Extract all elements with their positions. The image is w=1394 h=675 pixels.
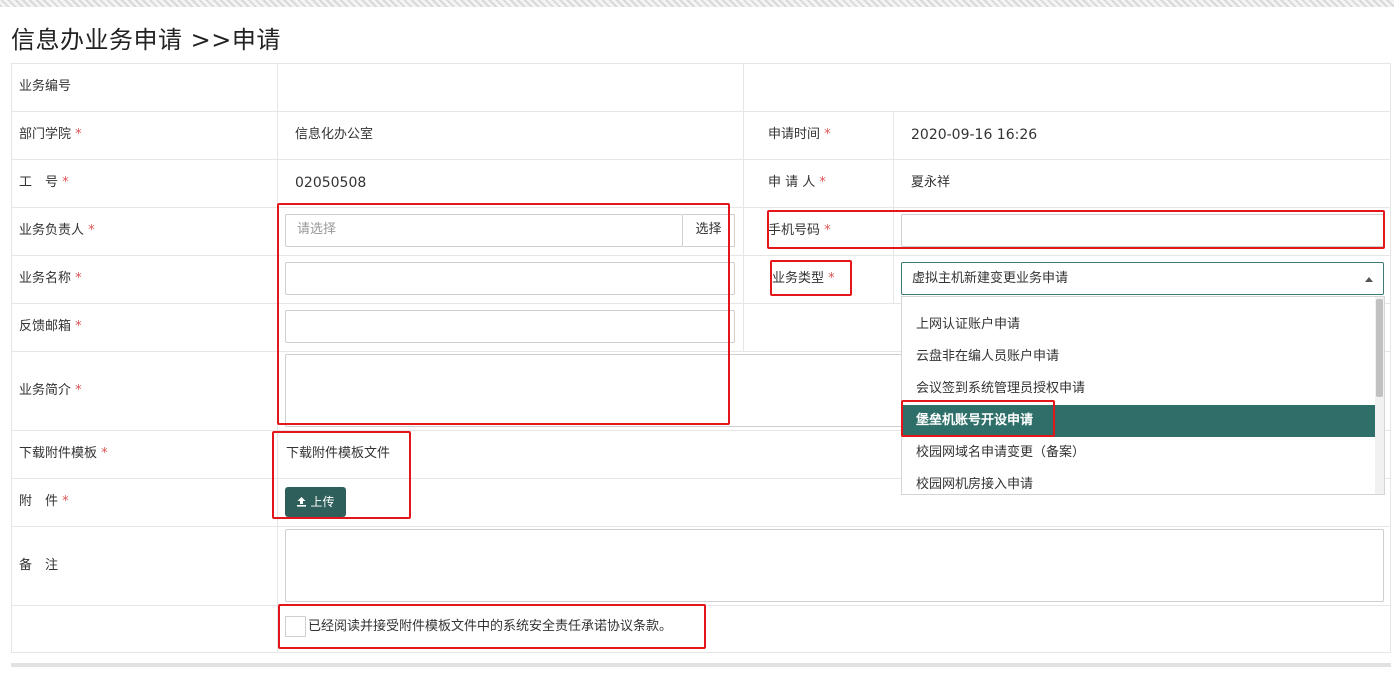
- staff-no-value: 02050508: [295, 175, 367, 191]
- business-no-label: 业务编号: [19, 79, 72, 94]
- department-value: 信息化办公室: [295, 127, 374, 142]
- applicant-label: 申 请 人 *: [768, 175, 826, 190]
- apply-time-label: 申请时间 *: [768, 127, 831, 142]
- type-dropdown-list[interactable]: 上网认证账户申请 云盘非在编人员账户申请 会议签到系统管理员授权申请 堡垒机账号…: [901, 296, 1385, 495]
- annotation-box: [272, 431, 411, 519]
- summary-label: 业务简介 *: [19, 383, 82, 398]
- row-divider: [11, 111, 1391, 112]
- dropdown-option[interactable]: 上网认证账户申请: [902, 309, 1376, 341]
- applicant-value: 夏永祥: [911, 175, 951, 190]
- column-divider: [893, 111, 894, 303]
- caret-up-icon: [1365, 277, 1373, 282]
- owner-label: 业务负责人 *: [19, 223, 95, 238]
- row-divider: [11, 159, 1391, 160]
- department-label: 部门学院 *: [19, 127, 82, 142]
- type-select[interactable]: 虚拟主机新建变更业务申请: [901, 262, 1384, 295]
- type-select-value: 虚拟主机新建变更业务申请: [912, 271, 1069, 286]
- top-stripe: [0, 0, 1394, 7]
- page-title: 信息办业务申请 >>申请: [11, 26, 281, 54]
- template-label: 下载附件模板 *: [19, 446, 108, 461]
- email-label: 反馈邮箱 *: [19, 319, 82, 334]
- dropdown-option[interactable]: 云盘非在编人员账户申请: [902, 341, 1376, 373]
- attachment-label: 附 件 *: [19, 494, 69, 509]
- annotation-box: [278, 604, 706, 649]
- remark-label: 备 注: [19, 558, 59, 573]
- annotation-box: [767, 210, 1385, 249]
- staff-no-label: 工 号 *: [19, 175, 69, 190]
- remark-textarea[interactable]: [285, 529, 1384, 602]
- annotation-box: [770, 260, 852, 296]
- bottom-strip: [11, 663, 1391, 667]
- annotation-box: [901, 400, 1055, 437]
- name-label: 业务名称 *: [19, 271, 82, 286]
- dropdown-scrollbar[interactable]: [1375, 297, 1384, 494]
- dropdown-option[interactable]: 校园网域名申请变更（备案）: [902, 437, 1376, 469]
- annotation-box: [277, 203, 730, 425]
- row-divider: [11, 526, 1391, 527]
- dropdown-option[interactable]: 校园网机房接入申请: [902, 469, 1376, 494]
- column-divider: [743, 63, 744, 351]
- dropdown-scrollbar-thumb[interactable]: [1376, 299, 1383, 397]
- apply-time-value: 2020-09-16 16:26: [911, 127, 1038, 143]
